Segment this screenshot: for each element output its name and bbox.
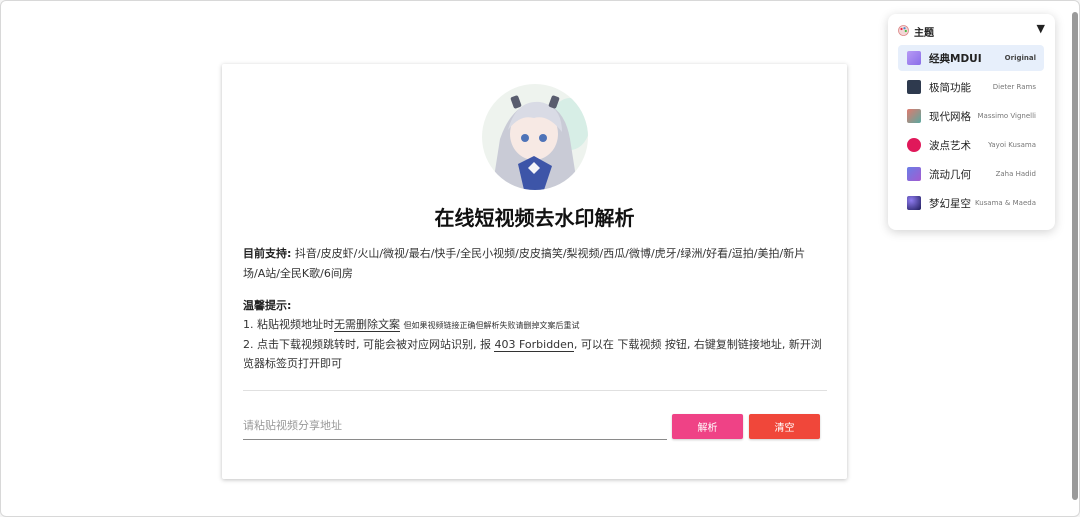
theme-item-name: 波点艺术 — [929, 140, 971, 152]
tip-1-note: 但如果视频链接正确但解析失败请删掉文案后重试 — [403, 321, 580, 330]
theme-item-author: Yayoi Kusama — [988, 141, 1036, 149]
tip-2-code: 403 Forbidden — [494, 338, 574, 352]
divider — [243, 390, 827, 391]
theme-dropdown-toggle[interactable]: 主题 ▼ — [898, 22, 1045, 40]
tips-section: 温馨提示: 1. 粘贴视频地址时无需删除文案 但如果视频链接正确但解析失败请删掉… — [243, 296, 825, 373]
theme-item-author: Massimo Vignelli — [977, 112, 1037, 120]
caret-down-icon: ▼ — [1036, 22, 1045, 35]
page-title: 在线短视频去水印解析 — [434, 206, 635, 230]
video-url-input[interactable] — [243, 413, 667, 437]
theme-item-name: 现代网格 — [929, 111, 971, 123]
theme-item-name: 极简功能 — [929, 82, 971, 94]
avatar — [482, 84, 588, 190]
tip-1-emphasis: 无需删除文案 — [334, 318, 400, 332]
theme-swatch-icon — [907, 80, 921, 94]
theme-swatch-icon — [907, 51, 921, 65]
theme-swatch-icon — [907, 196, 921, 210]
tip-line-1: 1. 粘贴视频地址时无需删除文案 但如果视频链接正确但解析失败请删掉文案后重试 — [243, 315, 825, 335]
page-scrollbar[interactable] — [1072, 12, 1078, 500]
url-input-wrapper — [243, 413, 667, 440]
palette-icon — [898, 25, 909, 36]
theme-item-dreamy-starry[interactable]: 梦幻星空 Kusama & Maeda — [898, 190, 1044, 216]
theme-item-author: Dieter Rams — [992, 83, 1036, 91]
theme-panel: 主题 ▼ 经典MDUI Original 极简功能 Dieter Rams 现代… — [888, 14, 1055, 230]
theme-swatch-icon — [907, 109, 921, 123]
theme-item-name: 流动几何 — [929, 169, 971, 181]
theme-item-polka-dot[interactable]: 波点艺术 Yayoi Kusama — [898, 132, 1044, 158]
theme-item-author: Original — [1004, 54, 1036, 62]
theme-item-fluid-geometry[interactable]: 流动几何 Zaha Hadid — [898, 161, 1044, 187]
support-label: 目前支持: — [243, 247, 292, 260]
parse-button[interactable]: 解析 — [672, 414, 743, 439]
main-card: 在线短视频去水印解析 目前支持: 抖音/皮皮虾/火山/微视/最右/快手/全民小视… — [222, 64, 847, 479]
theme-item-name: 经典MDUI — [929, 53, 982, 65]
theme-item-modern-grid[interactable]: 现代网格 Massimo Vignelli — [898, 103, 1044, 129]
tip-line-2: 2. 点击下载视频跳转时, 可能会被对应网站识别, 报 403 Forbidde… — [243, 335, 825, 373]
theme-item-classic-mdui[interactable]: 经典MDUI Original — [898, 45, 1044, 71]
theme-header-label: 主题 — [914, 28, 934, 39]
theme-swatch-icon — [907, 138, 921, 152]
tip-1-text: 1. 粘贴视频地址时 — [243, 318, 334, 331]
support-platform-list: 抖音/皮皮虾/火山/微视/最右/快手/全民小视频/皮皮搞笑/梨视频/西瓜/微博/… — [243, 247, 806, 280]
theme-item-name: 梦幻星空 — [929, 198, 971, 210]
theme-swatch-icon — [907, 167, 921, 181]
theme-item-author: Zaha Hadid — [995, 170, 1036, 178]
theme-item-minimal[interactable]: 极简功能 Dieter Rams — [898, 74, 1044, 100]
tip-2-text: 2. 点击下载视频跳转时, 可能会被对应网站识别, 报 — [243, 338, 491, 351]
supported-platforms: 目前支持: 抖音/皮皮虾/火山/微视/最右/快手/全民小视频/皮皮搞笑/梨视频/… — [243, 244, 825, 284]
theme-item-author: Kusama & Maeda — [974, 199, 1036, 207]
tips-title: 温馨提示: — [243, 299, 292, 312]
clear-button[interactable]: 清空 — [749, 414, 820, 439]
